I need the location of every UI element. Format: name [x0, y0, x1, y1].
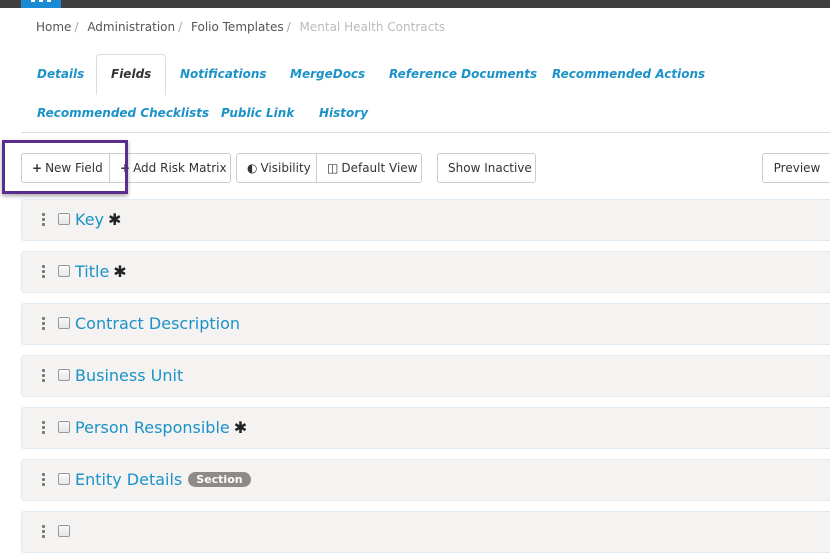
contrast-icon: ◐: [247, 161, 258, 175]
breadcrumb-home[interactable]: Home: [36, 20, 71, 34]
show-inactive-button[interactable]: Show Inactive: [437, 153, 536, 183]
field-row[interactable]: Business Unit: [21, 355, 830, 397]
visibility-label: Visibility: [260, 161, 311, 175]
field-name: Person Responsible: [75, 418, 230, 437]
add-risk-matrix-button[interactable]: + Add Risk Matrix: [109, 153, 231, 183]
plus-icon: +: [120, 161, 131, 175]
field-checkbox[interactable]: [58, 525, 70, 537]
field-link[interactable]: Business Unit: [75, 366, 183, 385]
tab-bar: Details Fields Notifications MergeDocs R…: [21, 54, 830, 133]
default-view-button[interactable]: ◫ Default View: [316, 153, 422, 183]
required-asterisk-icon: ✱: [233, 418, 248, 437]
field-row[interactable]: Entity DetailsSection ✓: [21, 459, 830, 501]
tab-details[interactable]: Details: [37, 67, 84, 81]
drag-handle-icon[interactable]: [42, 213, 46, 227]
field-checkbox[interactable]: [58, 265, 70, 277]
breadcrumb-folio-templates[interactable]: Folio Templates: [191, 20, 284, 34]
field-checkbox[interactable]: [58, 317, 70, 329]
field-link[interactable]: Person Responsible ✱: [75, 418, 247, 437]
field-name: Key: [75, 210, 105, 229]
tab-public-link[interactable]: Public Link: [221, 106, 294, 120]
drag-handle-icon[interactable]: [42, 265, 46, 279]
tab-mergedocs[interactable]: MergeDocs: [290, 67, 365, 81]
tab-reference-documents[interactable]: Reference Documents: [389, 67, 537, 81]
columns-icon: ◫: [327, 161, 339, 175]
drag-handle-icon[interactable]: [42, 317, 46, 331]
field-link[interactable]: Key ✱: [75, 210, 121, 229]
breadcrumb: Home / Administration / Folio Templates / M…: [36, 20, 445, 34]
breadcrumb-administration[interactable]: Administration: [87, 20, 175, 34]
field-checkbox[interactable]: [58, 369, 70, 381]
field-link[interactable]: Title ✱: [75, 262, 127, 281]
field-row[interactable]: Person Responsible ✱: [21, 407, 830, 449]
tab-recommended-actions[interactable]: Recommended Actions: [552, 67, 705, 81]
section-badge: Section: [188, 472, 251, 487]
tab-recommended-checklists[interactable]: Recommended Checklists: [37, 106, 209, 120]
plus-icon: +: [32, 161, 43, 175]
field-name: Contract Description: [75, 314, 241, 333]
new-field-label: New Field: [45, 161, 103, 175]
field-row[interactable]: Contract Description: [21, 303, 830, 345]
default-view-label: Default View: [341, 161, 418, 175]
breadcrumb-separator: /: [178, 20, 183, 34]
field-checkbox[interactable]: [58, 213, 70, 225]
preview-button[interactable]: Preview: [762, 153, 830, 183]
add-risk-matrix-label: Add Risk Matrix: [133, 161, 227, 175]
new-field-button[interactable]: + New Field: [21, 153, 110, 183]
breadcrumb-current: Mental Health Contracts: [299, 20, 446, 34]
field-checkbox[interactable]: [58, 473, 70, 485]
visibility-button[interactable]: ◐ Visibility: [236, 153, 317, 183]
field-name: Entity Details: [75, 470, 183, 489]
tab-fields[interactable]: Fields: [96, 54, 167, 95]
field-name: Business Unit: [75, 366, 184, 385]
top-navbar: [0, 0, 830, 8]
field-link[interactable]: Contract Description: [75, 314, 240, 333]
field-row[interactable]: Title ✱: [21, 251, 830, 293]
field-checkbox[interactable]: [58, 421, 70, 433]
drag-handle-icon[interactable]: [42, 525, 46, 539]
tab-history[interactable]: History: [319, 106, 368, 120]
breadcrumb-separator: /: [74, 20, 79, 34]
field-row[interactable]: Key ✱: [21, 199, 830, 241]
drag-handle-icon[interactable]: [42, 421, 46, 435]
required-asterisk-icon: ✱: [113, 262, 127, 281]
field-name: Title: [75, 262, 110, 281]
field-row[interactable]: [21, 511, 830, 553]
app-logo[interactable]: [21, 0, 61, 8]
drag-handle-icon[interactable]: [42, 473, 46, 487]
drag-handle-icon[interactable]: [42, 369, 46, 383]
field-link[interactable]: Entity Details Section: [75, 470, 251, 489]
breadcrumb-separator: /: [286, 20, 291, 34]
tab-notifications[interactable]: Notifications: [180, 67, 267, 81]
required-asterisk-icon: ✱: [108, 210, 122, 229]
